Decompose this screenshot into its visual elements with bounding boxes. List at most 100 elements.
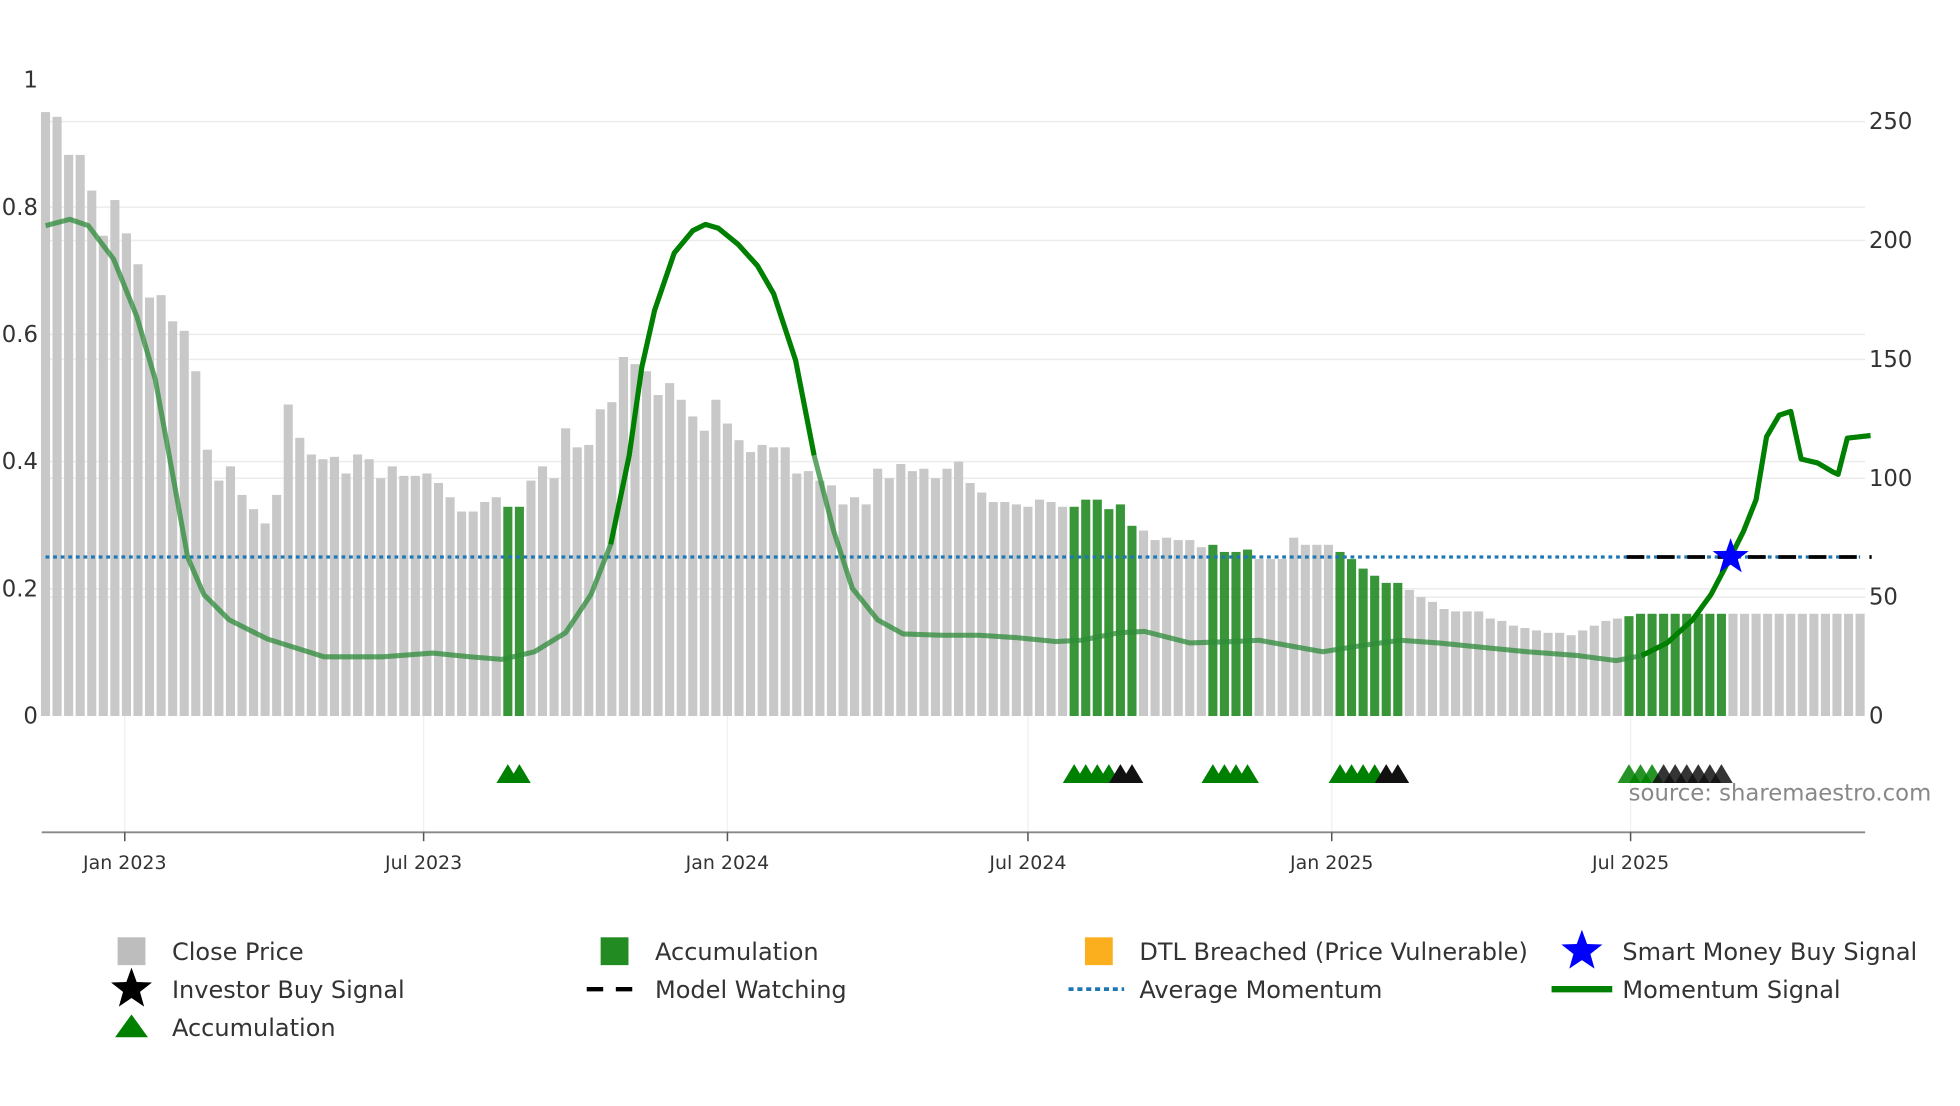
accumulation-bar [1659, 613, 1669, 717]
legend-item: Accumulation [115, 1014, 336, 1042]
accumulation-bar [1705, 613, 1715, 717]
close-price-bar [1531, 630, 1542, 717]
legend-label: Smart Money Buy Signal [1622, 938, 1917, 966]
smart-money-buy-signal-star [1712, 538, 1749, 573]
left-axis-tick-label: 0.8 [2, 195, 38, 221]
legend-label: Average Momentum [1139, 976, 1382, 1004]
accumulation-bar [1127, 525, 1137, 717]
legend-label: DTL Breached (Price Vulnerable) [1139, 938, 1528, 966]
right-axis: 0 50 100 150 200 250 [1869, 109, 1912, 729]
accumulation-bar [1693, 613, 1703, 717]
close-price-bar [272, 494, 282, 717]
close-price-bar [1520, 628, 1530, 717]
close-price-bar [1751, 613, 1761, 717]
close-price-bar [919, 468, 929, 717]
accumulation-bar [1381, 582, 1391, 717]
close-price-bar [1508, 625, 1518, 717]
close-price-bar [954, 461, 964, 717]
close-price-bar [977, 492, 987, 717]
close-price-bar [1855, 613, 1865, 717]
close-price-bar [930, 478, 941, 717]
close-price-bar [121, 233, 131, 717]
close-price-bar [607, 402, 617, 717]
close-price-bar [1323, 544, 1333, 717]
close-price-bar [64, 154, 74, 717]
close-price-bar [1254, 559, 1264, 717]
close-price-bar [318, 459, 328, 717]
close-price-bar [1185, 540, 1195, 717]
close-price-bar [445, 497, 455, 717]
accumulation-bar [1347, 559, 1357, 717]
accumulation-bar [1242, 549, 1253, 717]
close-price-bar [387, 466, 397, 717]
right-axis-tick-label: 250 [1869, 109, 1912, 135]
close-price-bar [745, 452, 756, 717]
close-price-bar [422, 473, 432, 717]
close-price-bar [1739, 613, 1750, 717]
legend-label: Close Price [172, 938, 304, 966]
close-price-bar [1832, 613, 1842, 717]
close-price-bar [491, 497, 501, 717]
green-square-icon [600, 937, 629, 966]
left-axis-tick-label: 0 [23, 704, 37, 730]
accumulation-bar [1335, 551, 1345, 717]
close-price-bar [191, 371, 201, 717]
left-axis: 0 0.2 0.4 0.6 0.8 1 [2, 68, 38, 730]
close-price-bar [1266, 559, 1276, 717]
right-axis-tick-label: 150 [1869, 347, 1912, 373]
right-axis-tick-label: 0 [1869, 704, 1883, 730]
close-price-bar [850, 497, 860, 717]
close-price-bar [1497, 620, 1507, 717]
close-price-bar [1023, 506, 1033, 717]
accumulation-bar [503, 506, 513, 717]
accumulation-bar [1115, 504, 1125, 717]
accumulation-bar [1219, 551, 1229, 717]
close-price-bar [1046, 502, 1056, 717]
close-price-bar [1566, 635, 1576, 717]
close-price-bar [1774, 613, 1784, 717]
close-price-bar [457, 511, 467, 717]
left-axis-tick-label: 0.6 [2, 322, 38, 348]
left-axis-tick-label: 0.2 [2, 576, 38, 602]
close-price-bar [641, 371, 652, 717]
x-axis-tick-label: Jul 2023 [384, 852, 462, 874]
x-axis-tick-label: Jan 2024 [685, 852, 769, 874]
close-price-bar [110, 200, 120, 717]
close-price-bar [214, 480, 224, 717]
accumulation-bar [1716, 613, 1726, 717]
close-price-bar [40, 112, 51, 717]
close-price-bar [1173, 540, 1183, 717]
close-price-bar [168, 321, 178, 717]
gray-square-icon [117, 937, 146, 966]
legend-item: Average Momentum [1068, 976, 1382, 1004]
momentum-chart: 00.20.40.60.81 050100150200250 Jan 2023 J… [2, 68, 1932, 1042]
close-price-bar [341, 473, 351, 717]
accumulation-bar [1208, 544, 1218, 717]
legend-label: Accumulation [172, 1014, 336, 1042]
close-price-bar [792, 473, 802, 717]
close-price-bar [1589, 625, 1599, 717]
close-price-bar [896, 463, 906, 717]
legend-item: Accumulation [600, 937, 819, 966]
close-price-bar [1786, 613, 1796, 717]
close-price-bar [87, 190, 97, 717]
close-price-bar [1000, 502, 1010, 717]
close-price-bar [202, 449, 212, 717]
close-price-bar [884, 478, 894, 717]
close-price-bar [688, 416, 698, 717]
right-axis-tick-label: 50 [1869, 585, 1898, 611]
close-price-bar [1404, 589, 1414, 717]
close-price-bar [549, 478, 559, 717]
close-price-bar [410, 475, 420, 717]
close-price-bar [225, 466, 236, 717]
close-price-bar [526, 480, 536, 717]
legend-item: Smart Money Buy Signal [1561, 929, 1917, 969]
legend-label: Investor Buy Signal [172, 976, 405, 1004]
close-price-bar [584, 444, 594, 717]
accumulation-bar [1081, 499, 1091, 717]
close-price-bar [988, 502, 998, 717]
legend-item: Investor Buy Signal [111, 967, 405, 1007]
legend-item: Model Watching [586, 976, 847, 1004]
accumulation-bar [1358, 568, 1368, 717]
close-price-bar [1416, 597, 1426, 717]
